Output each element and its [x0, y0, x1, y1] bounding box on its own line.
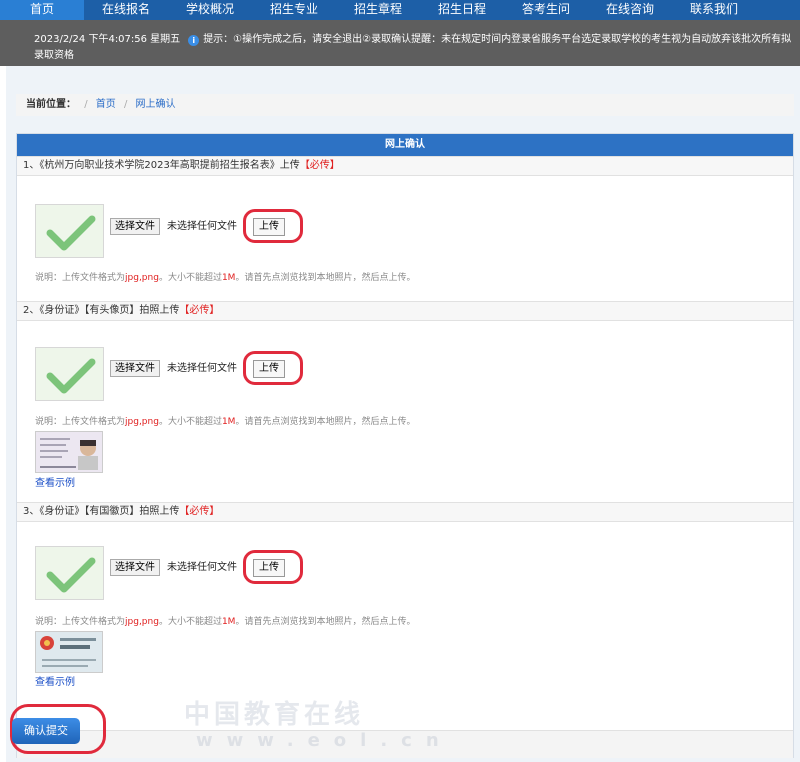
breadcrumb-separator: / [84, 99, 88, 110]
breadcrumb-home[interactable]: 首页 [96, 99, 116, 110]
choose-file-button[interactable]: 选择文件 [110, 360, 160, 377]
nav-item-contact[interactable]: 联系我们 [672, 0, 756, 20]
main-content: 当前位置： / 首页 / 网上确认 网上确认 1、《杭州万向职业技术学院2023… [6, 66, 800, 762]
section-1-header: 1、《杭州万向职业技术学院2023年高职提前招生报名表》上传【必传】 [17, 156, 793, 176]
required-tag: 【必传】 [179, 506, 220, 517]
section-title: 1、《杭州万向职业技术学院2023年高职提前招生报名表》上传 [23, 160, 300, 171]
nav-item-home[interactable]: 首页 [0, 0, 84, 20]
preview-thumbnail [35, 204, 104, 258]
note-suffix: 。请首先点浏览找到本地照片，然后点上传。 [235, 617, 416, 627]
panel-title: 网上确认 [17, 134, 793, 156]
view-sample-link[interactable]: 查看示例 [35, 673, 75, 688]
preview-thumbnail [35, 546, 104, 600]
datetime: 2023/2/24 下午4:07:56 星期五 [34, 34, 181, 45]
notice-bar: 2023/2/24 下午4:07:56 星期五 i 提示：①操作完成之后，请安全退出… [0, 20, 800, 66]
note-prefix: 说明：上传文件格式为 [35, 417, 126, 427]
nav-item-online-apply[interactable]: 在线报名 [84, 0, 168, 20]
top-nav: 首页 在线报名 学校概况 招生专业 招生章程 招生日程 答考生问 在线咨询 联系… [0, 0, 800, 20]
note-size: 1M [221, 617, 236, 627]
nav-item-faq[interactable]: 答考生问 [504, 0, 588, 20]
choose-file-button[interactable]: 选择文件 [110, 218, 160, 235]
note-prefix: 说明：上传文件格式为 [35, 617, 126, 627]
nav-item-schedule[interactable]: 招生日程 [420, 0, 504, 20]
upload-button[interactable]: 上传 [253, 360, 285, 378]
note-size: 1M [221, 417, 236, 427]
note-size: 1M [221, 273, 236, 283]
upload-panel: 网上确认 1、《杭州万向职业技术学院2023年高职提前招生报名表》上传【必传】 … [16, 133, 794, 758]
file-status: 未选择任何文件 [167, 221, 237, 232]
note-formats: jpg,png [125, 273, 159, 283]
upload-button[interactable]: 上传 [253, 559, 285, 577]
upload-button[interactable]: 上传 [253, 218, 285, 236]
section-title: 3、《身份证》【有国徽页】拍照上传 [23, 506, 180, 517]
nav-item-majors[interactable]: 招生专业 [252, 0, 336, 20]
file-status: 未选择任何文件 [167, 562, 237, 573]
note-mid: 。大小不能超过 [158, 617, 222, 627]
note-mid: 。大小不能超过 [158, 273, 222, 283]
choose-file-button[interactable]: 选择文件 [110, 559, 160, 576]
upload-note: 说明：上传文件格式为jpg,png。大小不能超过1M。请首先点浏览找到本地照片，… [35, 416, 415, 428]
notice-text: 提示：①操作完成之后，请安全退出②录取确认提醒：未在规定时间内登录省服务平台选定… [203, 34, 792, 45]
preview-thumbnail [35, 347, 104, 401]
check-icon [46, 215, 96, 251]
nav-item-regulations[interactable]: 招生章程 [336, 0, 420, 20]
upload-note: 说明：上传文件格式为jpg,png。大小不能超过1M。请首先点浏览找到本地照片，… [35, 272, 415, 284]
info-icon: i [188, 35, 200, 46]
note-formats: jpg,png [125, 417, 159, 427]
required-tag: 【必传】 [179, 305, 220, 316]
id-front-sample-image[interactable] [35, 431, 103, 473]
note-formats: jpg,png [125, 617, 159, 627]
note-suffix: 。请首先点浏览找到本地照片，然后点上传。 [235, 417, 416, 427]
section-title: 2、《身份证》【有头像页】拍照上传 [23, 305, 180, 316]
breadcrumb-current: 网上确认 [135, 99, 176, 110]
breadcrumb-separator: / [123, 99, 128, 110]
nav-item-school-overview[interactable]: 学校概况 [168, 0, 252, 20]
breadcrumb-label: 当前位置： [26, 99, 76, 110]
breadcrumb: 当前位置： / 首页 / 网上确认 [16, 94, 794, 116]
watermark: 中国教育在线 [184, 700, 365, 730]
upload-note: 说明：上传文件格式为jpg,png。大小不能超过1M。请首先点浏览找到本地照片，… [35, 616, 415, 628]
note-prefix: 说明：上传文件格式为 [35, 273, 126, 283]
section-2-header: 2、《身份证》【有头像页】拍照上传【必传】 [17, 301, 793, 321]
file-status: 未选择任何文件 [167, 363, 237, 374]
section-3-header: 3、《身份证》【有国徽页】拍照上传【必传】 [17, 502, 793, 522]
id-back-sample-image[interactable] [35, 631, 103, 673]
watermark-url: www.eol.cn [196, 730, 453, 751]
note-suffix: 。请首先点浏览找到本地照片，然后点上传。 [235, 273, 416, 283]
check-icon [46, 358, 96, 394]
note-mid: 。大小不能超过 [158, 417, 222, 427]
required-tag: 【必传】 [299, 160, 340, 171]
confirm-submit-button[interactable]: 确认提交 [12, 718, 80, 744]
notice-text-line2: 录取资格 [34, 50, 74, 61]
view-sample-link[interactable]: 查看示例 [35, 474, 75, 489]
nav-item-consult[interactable]: 在线咨询 [588, 0, 672, 20]
check-icon [46, 557, 96, 593]
